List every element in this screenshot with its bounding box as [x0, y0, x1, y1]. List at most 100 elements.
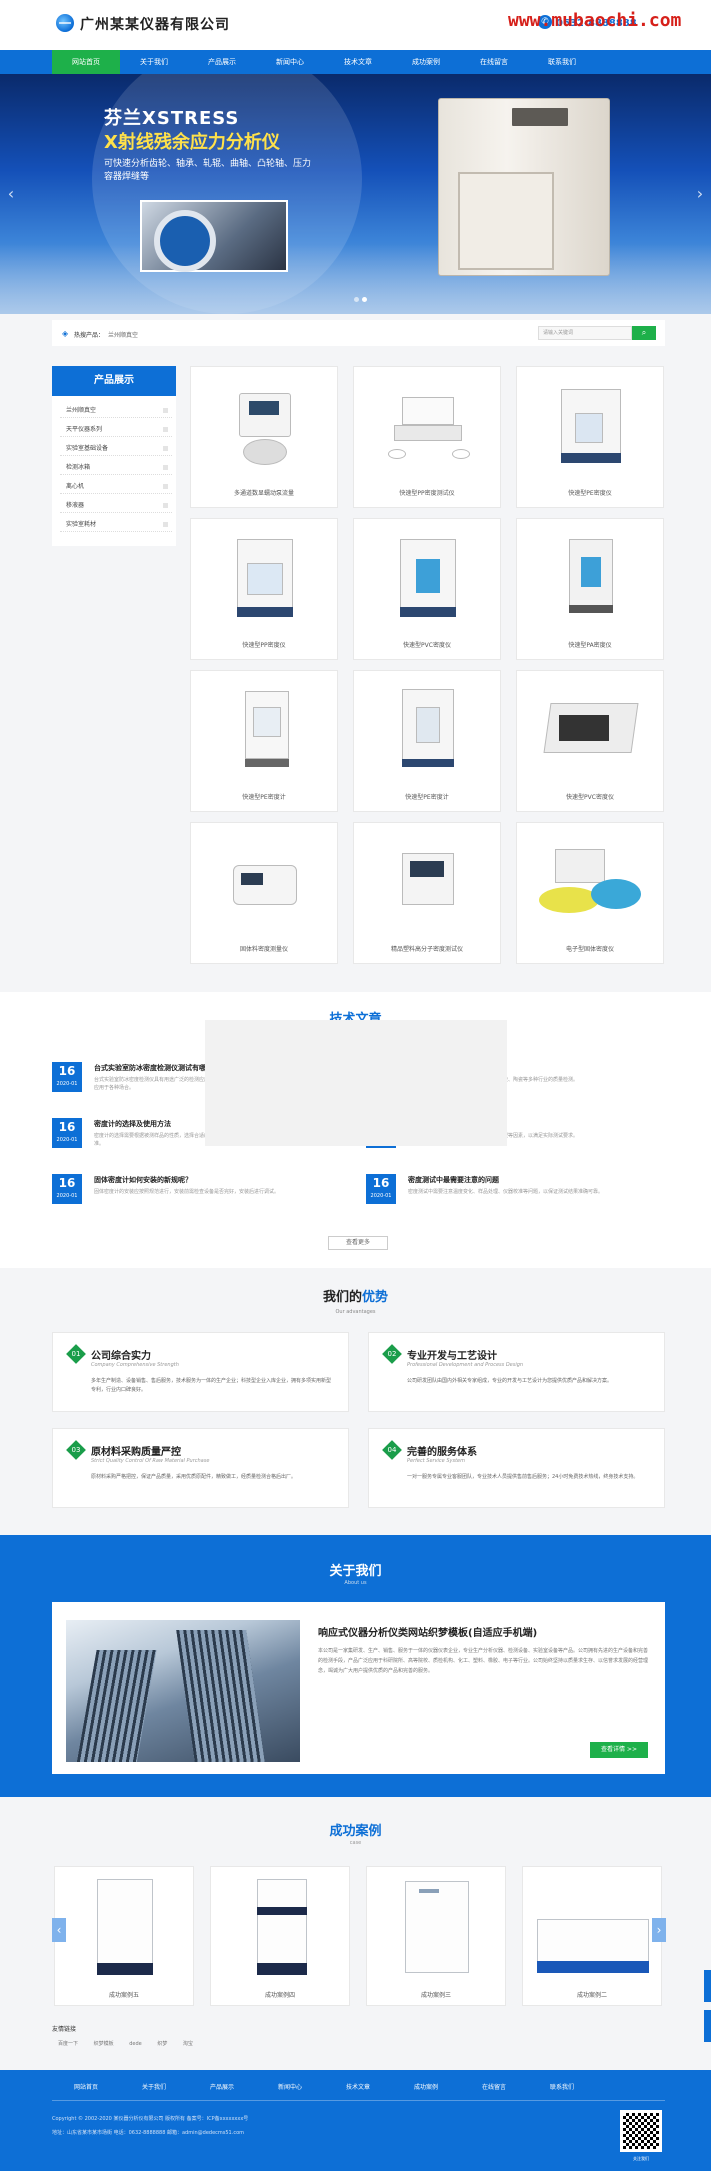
sidebar-item[interactable]: 检测冰箱	[60, 461, 172, 475]
search-button[interactable]: ⌕	[632, 326, 656, 340]
footer-nav-item[interactable]: 在线留言	[460, 2082, 528, 2091]
banner-dot-1[interactable]	[354, 297, 359, 302]
about-detail-button[interactable]: 查看详情 >>	[590, 1742, 648, 1758]
footer-nav-item[interactable]: 技术文章	[324, 2082, 392, 2091]
article-title[interactable]: 密度测试中最需要注意的问题	[408, 1175, 588, 1185]
advantages-title: 我们的优势	[0, 1286, 711, 1305]
date-month: 2020-01	[56, 1081, 78, 1087]
search-input[interactable]: 请输入关键词	[538, 326, 632, 340]
date-day: 16	[58, 1120, 76, 1134]
freezer-base	[537, 1961, 649, 1973]
article-desc: 固体密度计的安装应按照规范进行，安装前需检查设备是否完好，安装后进行调试。	[94, 1189, 280, 1195]
date-month: 2020-01	[56, 1193, 78, 1199]
watermark: www.mubaochi.com	[508, 10, 682, 31]
advantage-desc: 一对一服务专属专业客服团队，专业技术人员提供售前售后服务；24小时免费技术热线，…	[407, 1474, 639, 1480]
advantage-number: 02	[382, 1344, 402, 1364]
article-desc: 密度测试中需要注意温度变化、样品处理、仪器校准等问题，以保证测试结果准确可靠。	[408, 1189, 604, 1195]
friend-link[interactable]: 淘宝	[183, 2041, 193, 2047]
product-card[interactable]: 快速型PE密度仪	[516, 366, 664, 508]
about-heading: 响应式仪器分析仪类网站织梦模板(自适应手机端)	[318, 1628, 538, 1639]
advantage-en: Perfect Service System	[407, 1458, 465, 1464]
nav-item-cases[interactable]: 成功案例	[392, 50, 460, 74]
footer-nav-item[interactable]: 新闻中心	[256, 2082, 324, 2091]
case-card[interactable]: 成功案例五	[54, 1866, 194, 2006]
more-articles-button[interactable]: 查看更多	[328, 1236, 388, 1250]
sidebar-item[interactable]: 兰州顺真空	[60, 404, 172, 418]
sidebar-item[interactable]: 天平仪器系列	[60, 423, 172, 437]
company-name[interactable]: 广州某某仪器有限公司	[80, 14, 230, 34]
article-date: 16 2020-01	[52, 1174, 82, 1204]
footer-nav-item[interactable]: 网站首页	[52, 2082, 120, 2091]
freezer-base	[97, 1963, 153, 1975]
sidebar-item[interactable]: 移液器	[60, 499, 172, 513]
sidebar-item[interactable]: 离心机	[60, 480, 172, 494]
product-image	[209, 373, 321, 481]
product-card[interactable]: 精品塑料高分子密度测试仪	[353, 822, 501, 964]
product-name: 快速型PP密度测试仪	[399, 490, 455, 497]
nav-item-about[interactable]: 关于我们	[120, 50, 188, 74]
product-card[interactable]: 固体料密度测量仪	[190, 822, 338, 964]
cases-next-arrow-icon[interactable]: ›	[652, 1918, 666, 1942]
product-card[interactable]: 快速型PE密度计	[353, 670, 501, 812]
qr-code-icon	[620, 2110, 662, 2152]
freezer-image	[405, 1881, 469, 1973]
case-card[interactable]: 成功案例二	[522, 1866, 662, 2006]
sidebar-item[interactable]: 实验室基础设备	[60, 442, 172, 456]
hot-search-link[interactable]: 兰州顺真空	[108, 330, 138, 339]
footer-nav-item[interactable]: 联系我们	[528, 2082, 596, 2091]
product-name: 快速型PE密度计	[405, 794, 449, 801]
product-card[interactable]: 电子型固体密度仪	[516, 822, 664, 964]
product-image	[535, 525, 647, 633]
product-card[interactable]: 快速型PVC密度仪	[516, 670, 664, 812]
banner-dot-2-active[interactable]	[362, 297, 367, 302]
footer-nav-item[interactable]: 成功案例	[392, 2082, 460, 2091]
friend-link[interactable]: dede	[129, 2041, 142, 2047]
nav-item-home[interactable]: 网站首页	[52, 50, 120, 74]
product-image	[535, 829, 647, 937]
article-date: 16 2020-01	[366, 1174, 396, 1204]
nav-item-contact[interactable]: 联系我们	[528, 50, 596, 74]
friend-link[interactable]: 织梦模板	[94, 2041, 114, 2047]
product-card[interactable]: 快速型PP密度测试仪	[353, 366, 501, 508]
friend-link[interactable]: 百度一下	[58, 2041, 78, 2047]
product-image	[372, 829, 484, 937]
case-name: 成功案例二	[576, 1992, 607, 1999]
footer-nav-item[interactable]: 关于我们	[120, 2082, 188, 2091]
about-text: 本公司是一家集研发、生产、销售、服务于一体的仪器仪表企业，专业生产分析仪器、检测…	[318, 1648, 649, 1674]
float-tab-1[interactable]	[704, 1970, 711, 2002]
case-card[interactable]: 成功案例三	[366, 1866, 506, 2006]
banner-prev-arrow-icon[interactable]: ‹	[4, 184, 18, 204]
freezer-band	[257, 1907, 307, 1915]
friend-links: 百度一下 织梦模板 dede 织梦 淘宝	[58, 2040, 207, 2047]
product-card[interactable]: 快速型PE密度计	[190, 670, 338, 812]
nav-item-articles[interactable]: 技术文章	[324, 50, 392, 74]
footer-nav: 网站首页 关于我们 产品展示 新闻中心 技术文章 成功案例 在线留言 联系我们	[52, 2082, 665, 2091]
sidebar-item[interactable]: 实验室耗材	[60, 518, 172, 532]
product-image	[372, 525, 484, 633]
product-card[interactable]: 多通道数显蠕动泵流量	[190, 366, 338, 508]
advantage-name: 专业开发与工艺设计	[407, 1351, 497, 1362]
product-image	[209, 525, 321, 633]
nav-item-message[interactable]: 在线留言	[460, 50, 528, 74]
freezer-image	[97, 1879, 153, 1975]
banner-next-arrow-icon[interactable]: ›	[693, 184, 707, 204]
nav-item-news[interactable]: 新闻中心	[256, 50, 324, 74]
advantage-desc: 公司研发团队由国内外相关专家组成，专业的开发与工艺设计为您提供优质产品和解决方案…	[407, 1378, 613, 1384]
article-title[interactable]: 固体密度计如何安装的新规呢？	[94, 1175, 274, 1185]
cases-prev-arrow-icon[interactable]: ‹	[52, 1918, 66, 1942]
friend-link[interactable]: 织梦	[157, 2041, 167, 2047]
product-image	[535, 677, 647, 785]
product-card[interactable]: 快速型PVC密度仪	[353, 518, 501, 660]
footer-nav-item[interactable]: 产品展示	[188, 2082, 256, 2091]
banner-title-line1: 芬兰XSTRESS	[104, 108, 240, 129]
logo-globe-icon[interactable]	[56, 14, 74, 32]
product-card[interactable]: 快速型PP密度仪	[190, 518, 338, 660]
hot-search-label: 热搜产品：	[74, 332, 105, 339]
nav-item-products[interactable]: 产品展示	[188, 50, 256, 74]
advantages-subtitle: Our advantages	[335, 1309, 376, 1315]
case-card[interactable]: 成功案例四	[210, 1866, 350, 2006]
product-card[interactable]: 快速型PA密度仪	[516, 518, 664, 660]
float-tab-2[interactable]	[704, 2010, 711, 2042]
product-name: 快速型PE密度计	[242, 794, 286, 801]
product-name: 快速型PVC密度仪	[566, 794, 614, 801]
